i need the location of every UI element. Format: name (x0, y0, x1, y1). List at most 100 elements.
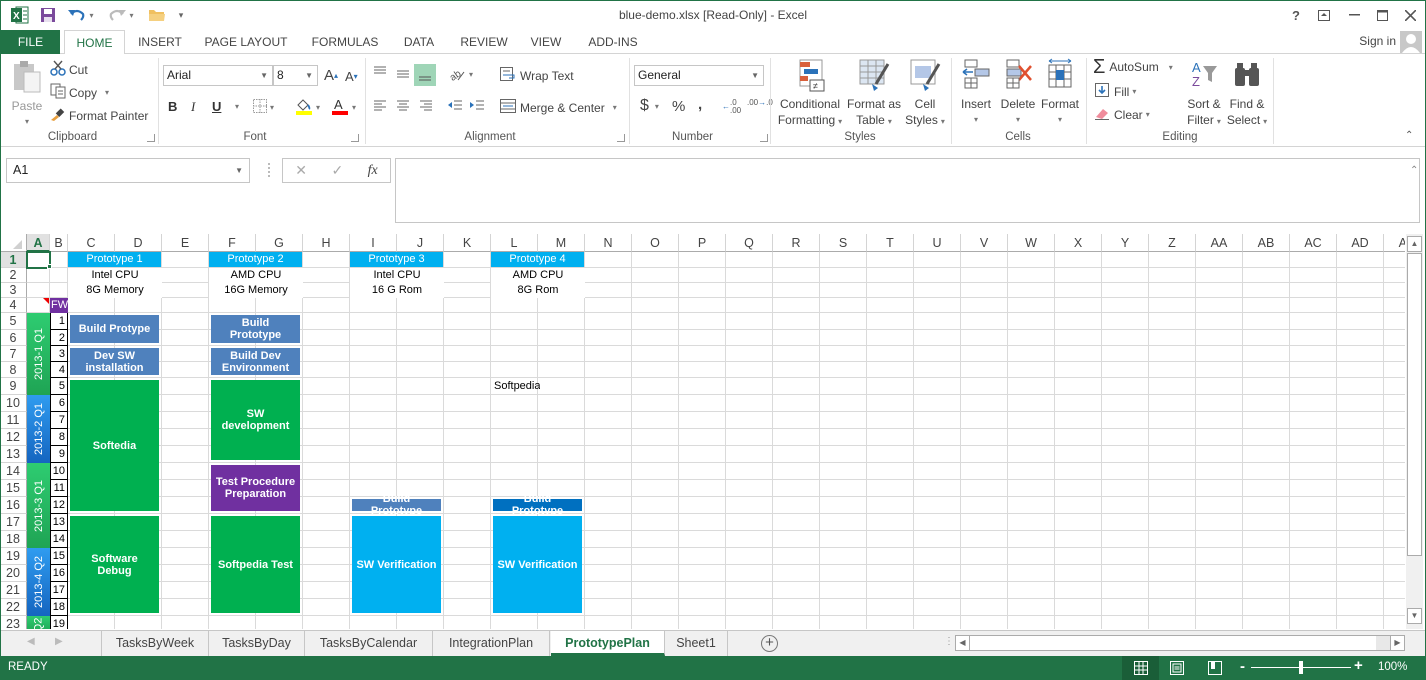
column-header-b[interactable]: B (50, 234, 68, 252)
paste-button[interactable]: Paste ▾ (8, 60, 46, 130)
merge-center-button[interactable]: Merge & Center ▾ (500, 99, 617, 116)
tab-insert[interactable]: INSERT (130, 30, 190, 54)
sheet-tab-integrationplan[interactable]: IntegrationPlan (433, 631, 550, 656)
minimize-button[interactable] (1340, 4, 1368, 26)
task-block[interactable]: SW Verification (352, 516, 441, 613)
column-header-l[interactable]: L (491, 234, 538, 252)
column-header-f[interactable]: F (209, 234, 256, 252)
tab-home[interactable]: HOME (64, 30, 125, 55)
conditional-formatting-button[interactable]: ≠ Conditional Formatting ▾ (774, 58, 846, 130)
clear-button[interactable]: Clear ▾ (1095, 106, 1150, 123)
row-header-2[interactable]: 2 (0, 268, 27, 283)
row-header-7[interactable]: 7 (0, 346, 27, 362)
row-header-22[interactable]: 22 (0, 599, 27, 616)
task-block[interactable]: Build Protype (70, 315, 159, 343)
comma-button[interactable]: , (698, 96, 702, 113)
row-header-15[interactable]: 15 (0, 480, 27, 497)
sign-in-link[interactable]: Sign in (1359, 34, 1396, 48)
tab-splitter-handle[interactable]: ⋮ (944, 636, 954, 647)
insert-cells-button[interactable]: Insert ▾ (955, 58, 997, 128)
orientation-button[interactable]: ab ▾ (448, 66, 473, 82)
fill-handle[interactable] (47, 264, 52, 269)
close-button[interactable] (1396, 4, 1424, 26)
spreadsheet-grid[interactable]: ABCDEFGHIJKLMNOPQRSTUVWXYZAAABACADAE1234… (0, 234, 1405, 629)
ribbon-display-options-button[interactable] (1310, 4, 1338, 26)
row-header-4[interactable]: 4 (0, 298, 27, 313)
row-header-8[interactable]: 8 (0, 362, 27, 378)
currency-button[interactable]: $ ▾ (640, 97, 659, 115)
bold-button[interactable]: B (168, 99, 177, 114)
expand-formula-bar-icon[interactable]: ⌃ (1410, 165, 1418, 176)
vertical-scrollbar[interactable]: ▲ ▼ (1406, 234, 1423, 629)
column-header-ac[interactable]: AC (1290, 234, 1337, 252)
zoom-in-button[interactable]: + (1354, 657, 1363, 674)
column-header-s[interactable]: S (820, 234, 867, 252)
row-header-23[interactable]: 23 (0, 616, 27, 629)
task-block[interactable]: SW development (211, 380, 300, 460)
zoom-slider-thumb[interactable] (1299, 661, 1303, 674)
help-button[interactable]: ? (1282, 4, 1310, 26)
find-select-button[interactable]: Find & Select ▾ (1225, 58, 1269, 130)
row-header-18[interactable]: 18 (0, 531, 27, 548)
font-dialog-launcher[interactable] (351, 134, 359, 142)
row-header-9[interactable]: 9 (0, 378, 27, 395)
task-block[interactable]: Softpedia Test (211, 516, 300, 613)
number-dialog-launcher[interactable] (760, 134, 768, 142)
task-block[interactable]: Build Dev Environment (211, 348, 300, 375)
top-align-button[interactable] (372, 66, 388, 78)
align-right-button[interactable] (418, 100, 434, 112)
tab-review[interactable]: REVIEW (454, 30, 514, 54)
chevron-down-icon[interactable]: ▼ (235, 159, 243, 182)
tab-file[interactable]: FILE (1, 30, 60, 54)
column-header-y[interactable]: Y (1102, 234, 1149, 252)
row-header-11[interactable]: 11 (0, 412, 27, 429)
column-header-u[interactable]: U (914, 234, 961, 252)
fill-button[interactable]: Fill ▾ (1095, 83, 1136, 100)
row-header-21[interactable]: 21 (0, 582, 27, 599)
row-header-5[interactable]: 5 (0, 313, 27, 330)
decrease-font-size-button[interactable]: A ▾ (345, 69, 358, 84)
column-header-j[interactable]: J (397, 234, 444, 252)
column-header-c[interactable]: C (68, 234, 115, 252)
scroll-down-button[interactable]: ▼ (1407, 608, 1422, 624)
scroll-tabs-right-icon[interactable]: ▶ (55, 636, 63, 647)
clipboard-dialog-launcher[interactable] (147, 134, 155, 142)
format-as-table-button[interactable]: Format as Table ▾ (846, 58, 902, 130)
tab-page-layout[interactable]: PAGE LAYOUT (196, 30, 296, 54)
row-header-17[interactable]: 17 (0, 514, 27, 531)
column-header-r[interactable]: R (773, 234, 820, 252)
column-header-o[interactable]: O (632, 234, 679, 252)
scroll-left-button[interactable]: ◀ (956, 636, 970, 650)
task-block[interactable]: Test Procedure Preparation (211, 465, 300, 511)
sheet-tab-prototypeplan[interactable]: PrototypePlan (551, 631, 665, 656)
column-header-p[interactable]: P (679, 234, 726, 252)
horizontal-scroll-thumb[interactable] (971, 636, 1376, 650)
column-header-k[interactable]: K (444, 234, 491, 252)
task-block[interactable]: Softedia (70, 380, 159, 511)
page-layout-view-button[interactable] (1170, 661, 1184, 678)
cell-styles-button[interactable]: Cell Styles ▾ (902, 58, 948, 130)
bottom-align-button[interactable] (414, 64, 436, 86)
tab-data[interactable]: DATA (394, 30, 444, 54)
column-header-w[interactable]: W (1008, 234, 1055, 252)
zoom-level[interactable]: 100% (1378, 661, 1407, 673)
row-header-12[interactable]: 12 (0, 429, 27, 446)
task-block[interactable]: Build Prototype (352, 493, 441, 517)
horizontal-scrollbar[interactable]: ◀ ▶ (955, 635, 1405, 651)
column-header-d[interactable]: D (115, 234, 162, 252)
row-header-10[interactable]: 10 (0, 395, 27, 412)
task-block[interactable]: Software Debug (70, 516, 159, 613)
format-cells-button[interactable]: Format ▾ (1039, 58, 1081, 128)
collapse-ribbon-button[interactable]: ⌃ (1405, 130, 1413, 141)
row-header-19[interactable]: 19 (0, 548, 27, 565)
underline-button[interactable]: U (212, 99, 221, 114)
column-header-g[interactable]: G (256, 234, 303, 252)
increase-font-size-button[interactable]: A ▴ (324, 67, 338, 84)
user-avatar-icon[interactable] (1400, 31, 1422, 53)
row-header-1[interactable]: 1 (0, 252, 27, 268)
column-header-i[interactable]: I (350, 234, 397, 252)
column-header-ad[interactable]: AD (1337, 234, 1384, 252)
select-all-corner[interactable] (0, 234, 27, 252)
alignment-dialog-launcher[interactable] (617, 134, 625, 142)
align-center-button[interactable] (395, 100, 411, 112)
